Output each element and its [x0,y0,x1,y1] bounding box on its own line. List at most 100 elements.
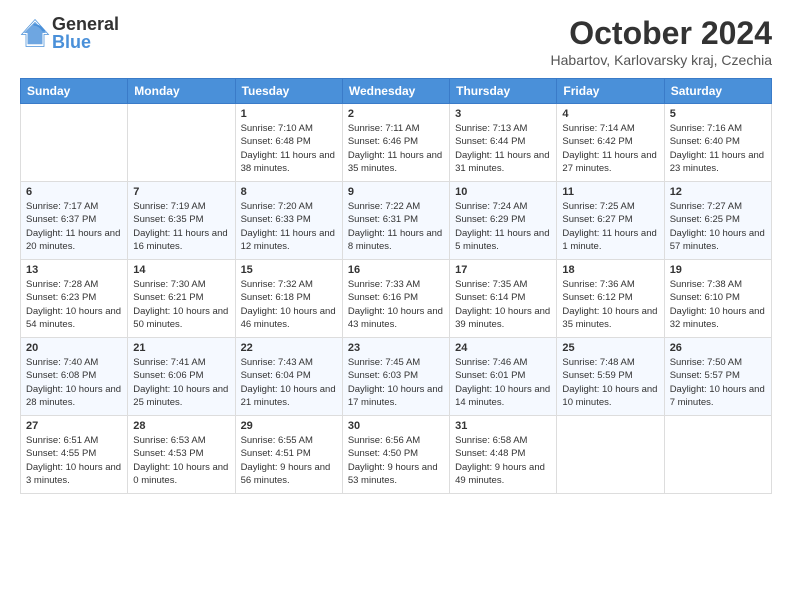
day-info: Sunrise: 7:14 AMSunset: 6:42 PMDaylight:… [562,123,656,174]
day-number: 15 [241,264,337,276]
calendar-header-row: SundayMondayTuesdayWednesdayThursdayFrid… [21,79,772,104]
day-number: 23 [348,342,444,354]
day-number: 12 [670,186,766,198]
day-info: Sunrise: 7:33 AMSunset: 6:16 PMDaylight:… [348,279,443,330]
logo-text: General Blue [52,15,119,51]
calendar-cell: 10 Sunrise: 7:24 AMSunset: 6:29 PMDayligh… [450,182,557,260]
day-info: Sunrise: 7:22 AMSunset: 6:31 PMDaylight:… [348,201,442,252]
calendar-cell: 3 Sunrise: 7:13 AMSunset: 6:44 PMDaylight… [450,104,557,182]
day-number: 29 [241,420,337,432]
calendar-cell: 14 Sunrise: 7:30 AMSunset: 6:21 PMDayligh… [128,260,235,338]
day-number: 30 [348,420,444,432]
calendar-cell: 26Sunrise: 7:50 AMSunset: 5:57 PMDayligh… [664,338,771,416]
calendar-cell: 19Sunrise: 7:38 AMSunset: 6:10 PMDayligh… [664,260,771,338]
header: General Blue October 2024 Habartov, Karl… [20,15,772,68]
calendar-cell: 4 Sunrise: 7:14 AMSunset: 6:42 PMDaylight… [557,104,664,182]
day-number: 1 [241,108,337,120]
day-number: 17 [455,264,551,276]
calendar-cell: 23 Sunrise: 7:45 AMSunset: 6:03 PMDayligh… [342,338,449,416]
day-info: Sunrise: 7:32 AMSunset: 6:18 PMDaylight:… [241,279,336,330]
logo-general: General [52,15,119,33]
calendar-header-saturday: Saturday [664,79,771,104]
calendar-cell: 12 Sunrise: 7:27 AMSunset: 6:25 PMDayligh… [664,182,771,260]
calendar: SundayMondayTuesdayWednesdayThursdayFrid… [20,78,772,494]
logo-icon [20,18,50,48]
calendar-cell: 18 Sunrise: 7:36 AMSunset: 6:12 PMDayligh… [557,260,664,338]
day-info: Sunrise: 7:43 AMSunset: 6:04 PMDaylight:… [241,357,336,408]
day-number: 26 [670,342,766,354]
day-info: Sunrise: 7:41 AMSunset: 6:06 PMDaylight:… [133,357,228,408]
calendar-cell: 25Sunrise: 7:48 AMSunset: 5:59 PMDayligh… [557,338,664,416]
day-info: Sunrise: 7:16 AMSunset: 6:40 PMDaylight:… [670,123,764,174]
day-number: 11 [562,186,658,198]
day-info: Sunrise: 6:58 AMSunset: 4:48 PMDaylight:… [455,435,545,486]
calendar-header-wednesday: Wednesday [342,79,449,104]
day-info: Sunrise: 7:20 AMSunset: 6:33 PMDaylight:… [241,201,335,252]
day-info: Sunrise: 7:10 AMSunset: 6:48 PMDaylight:… [241,123,335,174]
day-info: Sunrise: 7:24 AMSunset: 6:29 PMDaylight:… [455,201,549,252]
calendar-header-tuesday: Tuesday [235,79,342,104]
day-number: 4 [562,108,658,120]
page: General Blue October 2024 Habartov, Karl… [0,0,792,612]
day-number: 27 [26,420,122,432]
calendar-header-monday: Monday [128,79,235,104]
day-number: 22 [241,342,337,354]
day-number: 5 [670,108,766,120]
day-number: 19 [670,264,766,276]
calendar-cell: 1 Sunrise: 7:10 AMSunset: 6:48 PMDaylight… [235,104,342,182]
day-info: Sunrise: 7:17 AMSunset: 6:37 PMDaylight:… [26,201,120,252]
day-number: 14 [133,264,229,276]
day-number: 10 [455,186,551,198]
day-number: 25 [562,342,658,354]
day-info: Sunrise: 7:30 AMSunset: 6:21 PMDaylight:… [133,279,228,330]
title-section: October 2024 Habartov, Karlovarsky kraj,… [551,15,772,68]
calendar-cell: 13 Sunrise: 7:28 AMSunset: 6:23 PMDayligh… [21,260,128,338]
calendar-header-friday: Friday [557,79,664,104]
calendar-cell: 31Sunrise: 6:58 AMSunset: 4:48 PMDayligh… [450,416,557,494]
month-title: October 2024 [551,15,772,52]
day-info: Sunrise: 6:56 AMSunset: 4:50 PMDaylight:… [348,435,438,486]
day-info: Sunrise: 6:53 AMSunset: 4:53 PMDaylight:… [133,435,228,486]
day-number: 28 [133,420,229,432]
day-info: Sunrise: 7:28 AMSunset: 6:23 PMDaylight:… [26,279,121,330]
calendar-week-3: 13 Sunrise: 7:28 AMSunset: 6:23 PMDayligh… [21,260,772,338]
day-number: 6 [26,186,122,198]
day-info: Sunrise: 7:46 AMSunset: 6:01 PMDaylight:… [455,357,550,408]
day-info: Sunrise: 7:45 AMSunset: 6:03 PMDaylight:… [348,357,443,408]
day-info: Sunrise: 7:19 AMSunset: 6:35 PMDaylight:… [133,201,227,252]
calendar-cell: 20Sunrise: 7:40 AMSunset: 6:08 PMDayligh… [21,338,128,416]
calendar-cell: 24 Sunrise: 7:46 AMSunset: 6:01 PMDayligh… [450,338,557,416]
day-info: Sunrise: 7:36 AMSunset: 6:12 PMDaylight:… [562,279,657,330]
day-number: 18 [562,264,658,276]
calendar-week-5: 27 Sunrise: 6:51 AMSunset: 4:55 PMDayligh… [21,416,772,494]
calendar-header-sunday: Sunday [21,79,128,104]
calendar-cell: 9Sunrise: 7:22 AMSunset: 6:31 PMDaylight… [342,182,449,260]
calendar-cell: 11 Sunrise: 7:25 AMSunset: 6:27 PMDayligh… [557,182,664,260]
day-number: 21 [133,342,229,354]
calendar-cell: 2 Sunrise: 7:11 AMSunset: 6:46 PMDaylight… [342,104,449,182]
calendar-cell [21,104,128,182]
day-info: Sunrise: 6:55 AMSunset: 4:51 PMDaylight:… [241,435,331,486]
day-info: Sunrise: 7:25 AMSunset: 6:27 PMDaylight:… [562,201,656,252]
day-number: 3 [455,108,551,120]
calendar-cell [128,104,235,182]
day-info: Sunrise: 7:13 AMSunset: 6:44 PMDaylight:… [455,123,549,174]
calendar-cell: 15 Sunrise: 7:32 AMSunset: 6:18 PMDayligh… [235,260,342,338]
calendar-cell [557,416,664,494]
calendar-week-2: 6 Sunrise: 7:17 AMSunset: 6:37 PMDaylight… [21,182,772,260]
day-number: 20 [26,342,122,354]
day-info: Sunrise: 6:51 AMSunset: 4:55 PMDaylight:… [26,435,121,486]
calendar-week-1: 1 Sunrise: 7:10 AMSunset: 6:48 PMDaylight… [21,104,772,182]
calendar-cell [664,416,771,494]
calendar-cell: 29 Sunrise: 6:55 AMSunset: 4:51 PMDayligh… [235,416,342,494]
day-number: 16 [348,264,444,276]
day-number: 24 [455,342,551,354]
day-number: 13 [26,264,122,276]
calendar-week-4: 20Sunrise: 7:40 AMSunset: 6:08 PMDayligh… [21,338,772,416]
day-info: Sunrise: 7:11 AMSunset: 6:46 PMDaylight:… [348,123,442,174]
calendar-cell: 5 Sunrise: 7:16 AMSunset: 6:40 PMDaylight… [664,104,771,182]
day-info: Sunrise: 7:35 AMSunset: 6:14 PMDaylight:… [455,279,550,330]
day-info: Sunrise: 7:27 AMSunset: 6:25 PMDaylight:… [670,201,765,252]
calendar-header-thursday: Thursday [450,79,557,104]
day-number: 2 [348,108,444,120]
